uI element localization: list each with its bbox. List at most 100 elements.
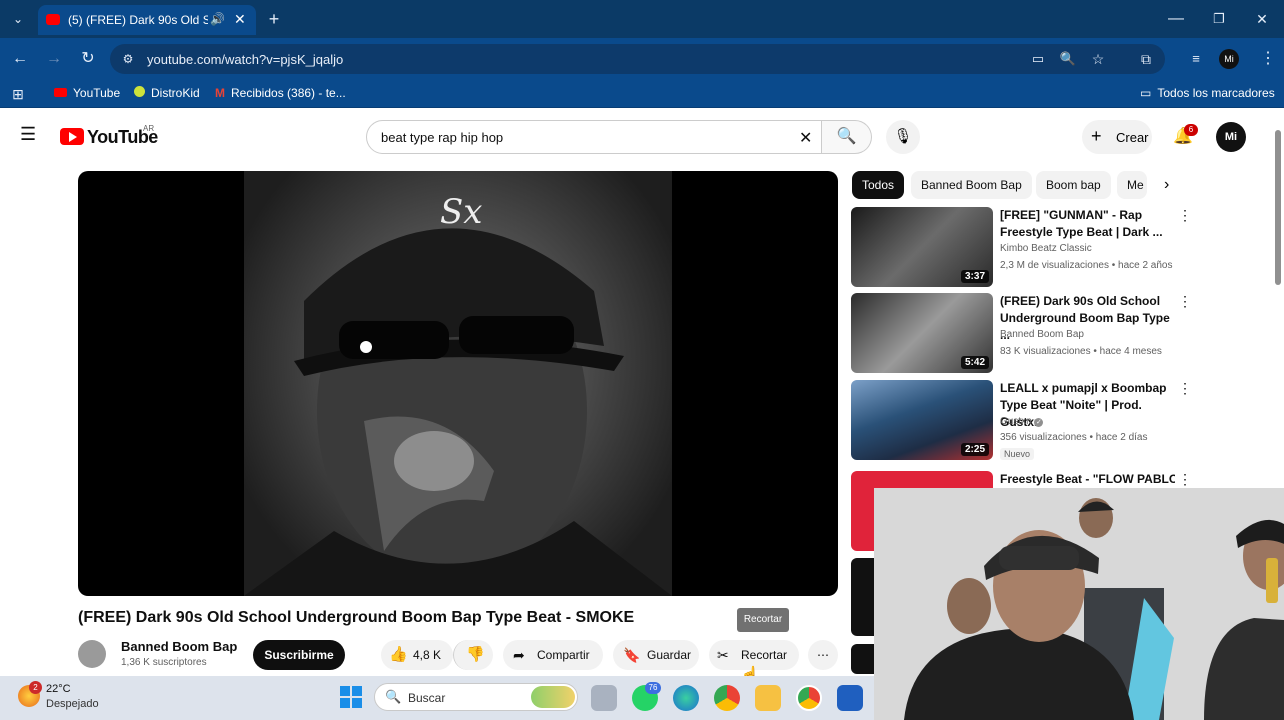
minimize-icon[interactable]: —	[1164, 7, 1188, 31]
like-button[interactable]: 👍 4,8 K	[381, 640, 453, 670]
url-text[interactable]: youtube.com/watch?v=pjsK_jqaljo	[147, 52, 343, 67]
duration-badge: 3:37	[960, 270, 989, 283]
share-button[interactable]: ➦ Compartir	[503, 640, 603, 670]
bookmark-gmail[interactable]: M Recibidos (386) - te...	[215, 86, 346, 100]
youtube-logo-play-icon	[69, 132, 77, 142]
clip-tooltip: Recortar	[737, 608, 789, 632]
reload-icon[interactable]: ↻	[76, 47, 100, 71]
more-actions-button[interactable]: ⋯	[808, 640, 838, 670]
channel-avatar[interactable]	[78, 640, 106, 668]
profile-avatar[interactable]: Mi	[1219, 49, 1239, 69]
notifications-badge: 6	[1184, 124, 1198, 136]
recommendation-menu-icon[interactable]: ⋮	[1178, 471, 1192, 488]
page-scrollbar[interactable]	[1274, 118, 1282, 288]
weather-badge: 2	[29, 681, 42, 694]
bookmark-star-icon[interactable]: ☆	[1086, 47, 1110, 71]
chip-banned-boom-bap[interactable]: Banned Boom Bap	[911, 171, 1032, 199]
weather-condition[interactable]: Despejado	[46, 698, 99, 710]
all-bookmarks[interactable]: ▭ Todos los marcadores	[1140, 86, 1275, 100]
browser-tab-active[interactable]: (5) (FREE) Dark 90s Old Sch 🔊 ✕	[38, 5, 256, 35]
restore-icon[interactable]: ❐	[1207, 7, 1231, 31]
dislike-button[interactable]: 👎	[453, 640, 493, 670]
recommendation-thumbnail[interactable]: 2:25	[851, 380, 993, 460]
thumbs-down-icon: 👎	[466, 646, 485, 663]
close-tab-icon[interactable]: ✕	[234, 11, 246, 28]
account-avatar[interactable]: Mi	[1216, 122, 1246, 152]
microphone-icon: 🎙	[893, 128, 913, 145]
chip-boom-bap[interactable]: Boom bap	[1036, 171, 1111, 199]
hamburger-menu-icon[interactable]: ☰	[20, 124, 36, 145]
forward-icon[interactable]: →	[42, 47, 66, 71]
site-info-icon[interactable]: ⚙	[116, 47, 140, 71]
subscriber-count: 1,36 K suscriptores	[121, 657, 207, 668]
apps-grid-icon[interactable]: ⊞	[6, 82, 30, 106]
scissors-icon: ✂	[717, 647, 729, 663]
whatsapp-badge: 76	[645, 682, 661, 694]
file-explorer-icon[interactable]	[755, 685, 781, 711]
recommendation-meta: 83 K visualizaciones • hace 4 meses	[1000, 346, 1162, 357]
chips-next-icon[interactable]: ›	[1164, 176, 1169, 194]
recommendation-channel[interactable]: Gustxn ✓	[1000, 416, 1044, 427]
edge-icon[interactable]	[673, 685, 699, 711]
recommendation-menu-icon[interactable]: ⋮	[1178, 207, 1192, 224]
temperature[interactable]: 22°C	[46, 683, 71, 695]
bookmark-distrokid[interactable]: DistroKid	[134, 86, 200, 100]
recommendation-title[interactable]: [FREE] "GUNMAN" - Rap Freestyle Type Bea…	[1000, 207, 1175, 241]
gmail-icon: M	[215, 86, 225, 100]
folder-icon: ▭	[1140, 86, 1152, 100]
tab-list-chevron-icon[interactable]: ⌄	[6, 7, 30, 31]
youtube-favicon-icon	[46, 14, 60, 25]
voice-search-button[interactable]: 🎙	[886, 120, 920, 154]
recommendation-menu-icon[interactable]: ⋮	[1178, 380, 1192, 397]
youtube-bookmark-icon	[54, 88, 67, 97]
video-frame-image: Sx	[244, 171, 672, 596]
more-horizontal-icon: ⋯	[817, 648, 829, 662]
recommendation-channel[interactable]: Banned Boom Bap	[1000, 329, 1084, 340]
close-window-icon[interactable]: ✕	[1250, 7, 1274, 31]
recommendation-title[interactable]: Freestyle Beat - "FLOW PABLO" |	[1000, 471, 1175, 488]
verified-icon: ✓	[1034, 418, 1044, 427]
search-input[interactable]: beat type rap hip hop	[381, 130, 503, 145]
taskbar-search[interactable]: 🔍 Buscar	[374, 683, 578, 711]
chip-more[interactable]: Me	[1117, 171, 1147, 199]
recommendation-thumbnail[interactable]: 3:37	[851, 207, 993, 287]
new-tab-icon[interactable]: +	[262, 7, 286, 31]
new-badge: Nuevo	[1000, 448, 1035, 460]
recommendation-menu-icon[interactable]: ⋮	[1178, 293, 1192, 310]
task-view-icon[interactable]	[591, 685, 617, 711]
chip-todos[interactable]: Todos	[852, 171, 905, 199]
zoom-icon[interactable]: 🔍	[1056, 47, 1080, 71]
recommendation-channel[interactable]: Kimbo Beatz Classic	[1000, 243, 1092, 254]
windows-start-icon[interactable]	[340, 686, 362, 708]
search-button[interactable]: 🔍	[822, 120, 872, 154]
extensions-icon[interactable]: ⧉	[1134, 47, 1158, 71]
browser-menu-icon[interactable]: ⋮	[1256, 47, 1280, 71]
search-highlight-image	[531, 686, 575, 708]
taskbar-search-icon: 🔍	[385, 689, 402, 704]
media-control-icon[interactable]: ≡	[1184, 47, 1208, 71]
chrome-profile-icon[interactable]	[796, 685, 822, 711]
recommendation-meta: 356 visualizaciones • hace 2 días	[1000, 432, 1148, 443]
recommendation-thumbnail-partial[interactable]	[851, 644, 874, 674]
search-box[interactable]: beat type rap hip hop ✕	[366, 120, 822, 154]
speaker-icon[interactable]: 🔊	[210, 12, 225, 26]
store-icon[interactable]	[837, 685, 863, 711]
plus-icon: +	[1091, 126, 1102, 146]
channel-name[interactable]: Banned Boom Bap	[121, 639, 237, 654]
webcam-overlay	[874, 488, 1284, 720]
bookmark-icon: 🔖	[623, 647, 641, 663]
save-button[interactable]: 🔖 Guardar	[613, 640, 699, 670]
tab-title: (5) (FREE) Dark 90s Old Sch	[68, 13, 208, 27]
recommendation-meta: 2,3 M de visualizaciones • hace 2 años	[1000, 260, 1173, 271]
cast-icon[interactable]: ▭	[1026, 47, 1050, 71]
recommendation-thumbnail-partial[interactable]	[851, 558, 874, 636]
back-icon[interactable]: ←	[8, 47, 32, 71]
bookmark-youtube[interactable]: YouTube	[54, 86, 120, 100]
subscribe-button[interactable]: Suscribirme	[253, 640, 345, 670]
clear-search-icon[interactable]: ✕	[799, 128, 812, 148]
create-button[interactable]: + Crear	[1082, 120, 1152, 154]
chrome-icon[interactable]	[714, 685, 740, 711]
video-player[interactable]: Sx	[78, 171, 838, 596]
recommendation-thumbnail[interactable]: 5:42	[851, 293, 993, 373]
distrokid-icon	[134, 86, 145, 97]
